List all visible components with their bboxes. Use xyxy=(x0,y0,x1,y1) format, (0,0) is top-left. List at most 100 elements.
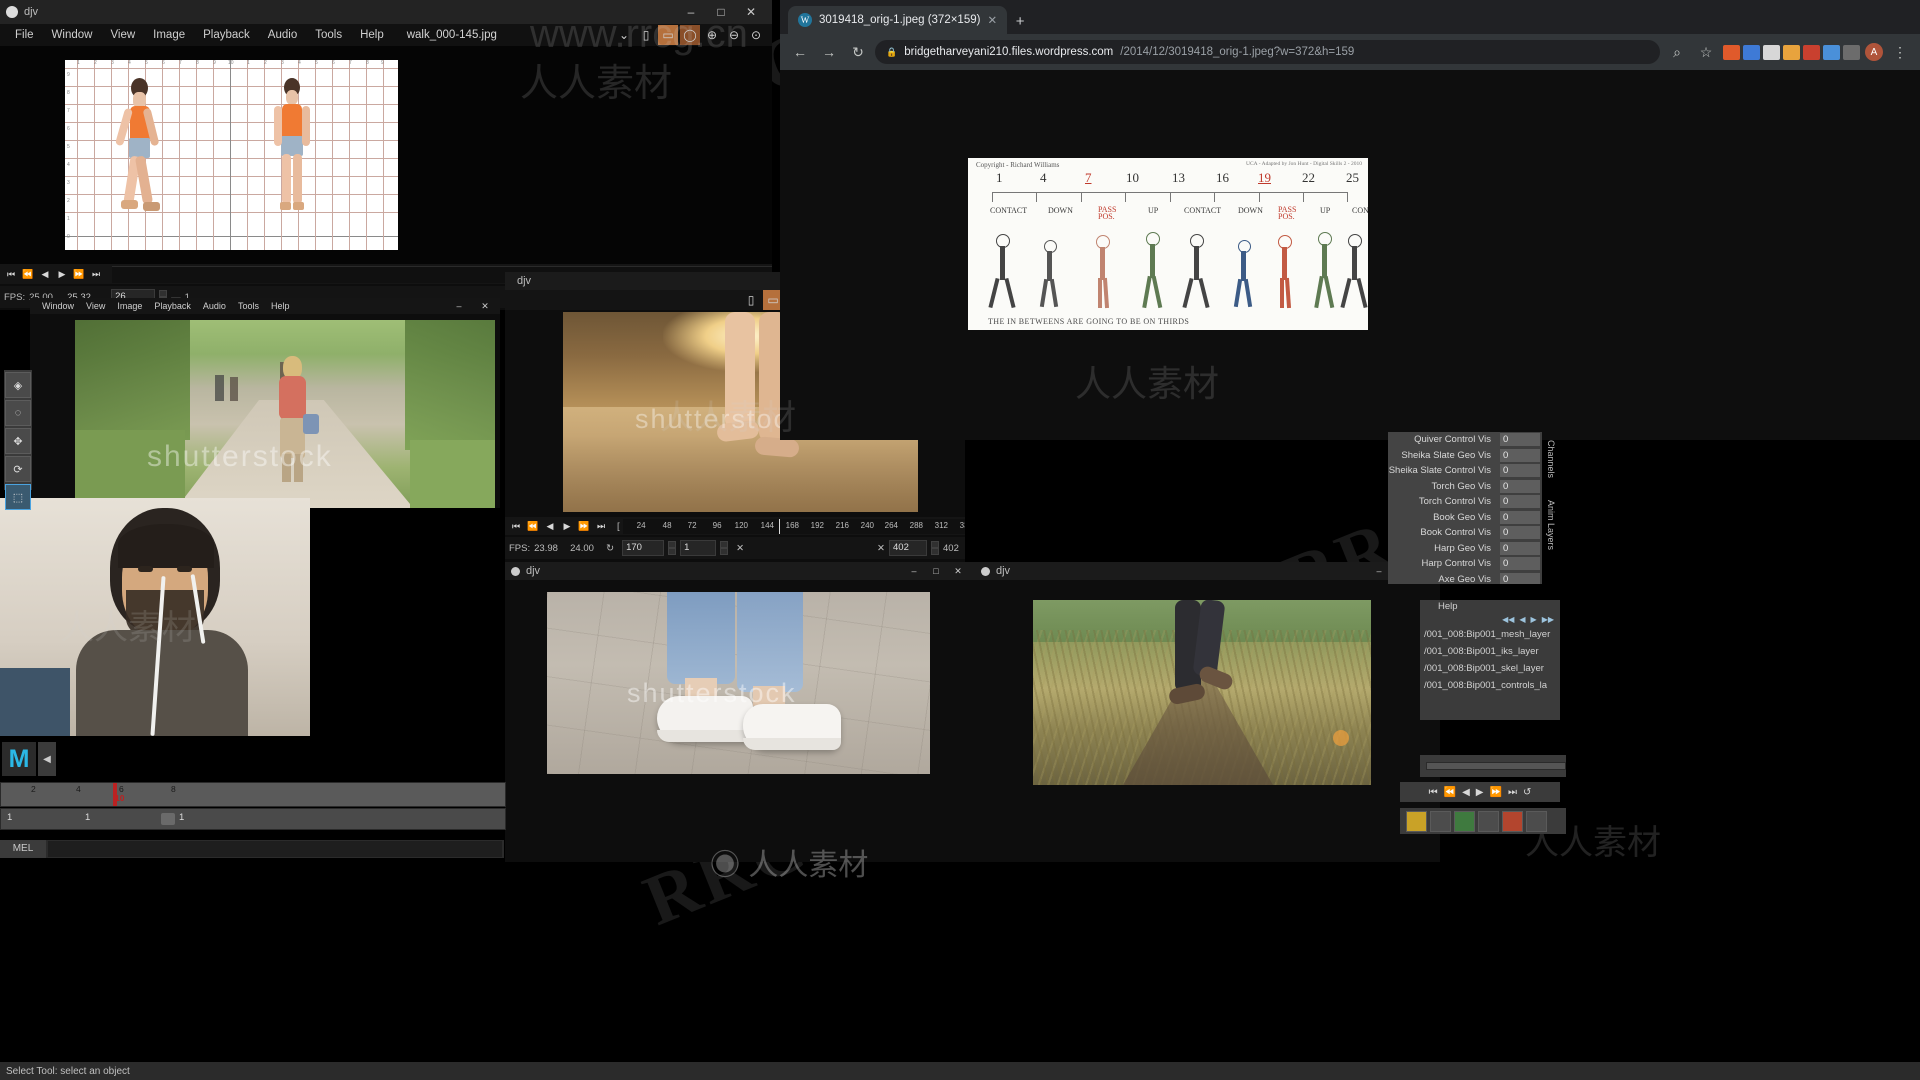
loop-button[interactable]: ↺ xyxy=(1523,787,1531,798)
browser-tab[interactable]: W 3019418_orig-1.jpeg (372×159) ✕ xyxy=(788,6,1007,34)
step-forward-button[interactable]: ⏩ xyxy=(1490,787,1502,798)
channel-row[interactable]: Harp Control Vis xyxy=(1388,556,1500,572)
djv-park-menubar[interactable]: Window View Image Playback Audio Tools H… xyxy=(30,298,500,314)
maya-anim-preferences-row[interactable] xyxy=(1400,808,1566,834)
menu-tools[interactable]: Tools xyxy=(232,298,265,314)
channel-value-row[interactable]: 0 xyxy=(1500,541,1542,557)
back-button[interactable]: ← xyxy=(788,40,812,64)
play-button[interactable]: ▶ xyxy=(1476,787,1484,798)
djv-main-viewer[interactable]: 9876543210 12 34 56 78 910 12 34 56 78 9 xyxy=(0,46,772,264)
step-forward-button[interactable]: ⏩ xyxy=(577,519,591,533)
kebab-menu-icon[interactable]: ⋮ xyxy=(1888,40,1912,64)
channel-value-row[interactable]: 0 xyxy=(1500,479,1542,495)
channel-row[interactable]: Quiver Control Vis xyxy=(1388,432,1500,448)
menu-view[interactable]: View xyxy=(101,24,144,46)
key-button[interactable] xyxy=(1406,811,1427,832)
play-reverse-button[interactable]: ◀ xyxy=(1462,787,1470,798)
browser-navbar[interactable]: ← → ↻ 🔒 bridgetharveyani210.files.wordpr… xyxy=(780,34,1920,70)
channel-row[interactable]: Sheika Slate Geo Vis xyxy=(1388,448,1500,464)
zoom-out-icon[interactable]: ⊖ xyxy=(724,25,744,45)
skip-end-button[interactable]: ⏭ xyxy=(1508,787,1517,798)
menu-tools[interactable]: Tools xyxy=(306,24,351,46)
minimize-button[interactable]: – xyxy=(903,562,925,580)
in-point-input[interactable]: 1 xyxy=(680,540,716,556)
layer-row[interactable]: /001_008:Bip001_skel_layer xyxy=(1420,660,1560,677)
menu-help[interactable]: Help xyxy=(265,298,296,314)
preferences-icon[interactable] xyxy=(1502,811,1523,832)
extension-icon[interactable] xyxy=(1823,45,1840,60)
out-point-input[interactable]: 402 xyxy=(889,540,927,556)
graph-editor-icon[interactable] xyxy=(1430,811,1451,832)
page-zoom-icon[interactable]: ⌕ xyxy=(1665,40,1689,64)
play-reverse-button[interactable]: ◀ xyxy=(543,519,557,533)
maya-shelf-collapse[interactable]: ◀ xyxy=(38,742,56,776)
extension-icon[interactable] xyxy=(1783,45,1800,60)
djv-sneakers-window[interactable]: djv – □ ✕ shutterstock xyxy=(505,562,975,862)
channel-row[interactable]: Book Geo Vis xyxy=(1388,510,1500,526)
maya-right-toolbar[interactable] xyxy=(1420,755,1566,777)
webcam-overlay[interactable] xyxy=(0,498,310,736)
djv-park-window[interactable]: Window View Image Playback Audio Tools H… xyxy=(30,298,500,508)
maya-toolbox[interactable]: ◈ ◌ ✥ ⟳ ⬚ xyxy=(4,370,32,490)
browser-window[interactable]: – □ ✕ ⌕ ⌕ ⌕ W 3019418_orig-1.jpeg (372×1… xyxy=(780,0,1920,440)
channel-value[interactable]: 0 xyxy=(1500,526,1540,539)
close-button[interactable]: ✕ xyxy=(736,0,766,24)
step-back-button[interactable]: ⏪ xyxy=(1444,787,1456,798)
dope-sheet-icon[interactable] xyxy=(1454,811,1475,832)
menu-window[interactable]: Window xyxy=(36,298,80,314)
minimize-button[interactable]: – xyxy=(452,298,466,314)
minimize-button[interactable]: – xyxy=(676,0,706,24)
address-bar[interactable]: 🔒 bridgetharveyani210.files.wordpress.co… xyxy=(875,40,1660,64)
range-slider-track[interactable] xyxy=(1426,762,1566,770)
mel-label[interactable]: MEL xyxy=(0,840,46,858)
channel-value-row[interactable]: 0 xyxy=(1500,525,1542,541)
layer-row[interactable]: /001_008:Bip001_iks_layer xyxy=(1420,643,1560,660)
menu-image[interactable]: Image xyxy=(111,298,148,314)
channel-value-row[interactable]: 0 xyxy=(1500,463,1542,479)
step-back-button[interactable]: ⏪ xyxy=(21,267,35,281)
channel-value-row[interactable]: 0 xyxy=(1500,448,1542,464)
zoom-in-icon[interactable]: ⊕ xyxy=(702,25,722,45)
menu-file[interactable]: File xyxy=(6,24,43,46)
move-tool-icon[interactable]: ✥ xyxy=(5,428,31,454)
frame-icon[interactable]: ▭ xyxy=(658,25,678,45)
menu-audio[interactable]: Audio xyxy=(259,24,306,46)
channel-row[interactable]: Torch Control Vis xyxy=(1388,494,1500,510)
maya-range-slider[interactable]: 1 1 1 xyxy=(0,808,506,830)
channel-value-row[interactable]: 0 xyxy=(1500,494,1542,510)
layer-next-icon[interactable]: ▶ xyxy=(1531,615,1537,624)
anim-settings-icon[interactable] xyxy=(1478,811,1499,832)
chevron-down-icon[interactable]: ⌄ xyxy=(614,25,634,45)
channel-value-row[interactable]: 0 xyxy=(1500,432,1542,448)
extensions-tray[interactable] xyxy=(1723,45,1860,60)
menu-playback[interactable]: Playback xyxy=(194,24,259,46)
channel-value[interactable]: 0 xyxy=(1500,464,1540,477)
timeslider-playhead[interactable] xyxy=(113,783,117,806)
reload-button[interactable]: ↻ xyxy=(846,40,870,64)
menu-view[interactable]: View xyxy=(80,298,111,314)
clear-in-button[interactable]: ✕ xyxy=(736,543,744,554)
channel-row[interactable]: Harp Geo Vis xyxy=(1388,541,1500,557)
render-settings-icon[interactable] xyxy=(1526,811,1547,832)
channel-value[interactable]: 0 xyxy=(1500,511,1540,524)
out-point-stepper[interactable] xyxy=(931,541,939,555)
range-bar-handle[interactable] xyxy=(161,813,175,825)
skip-start-button[interactable]: ⏮ xyxy=(4,267,18,281)
djv-field-titlebar[interactable]: djv – □ ✕ xyxy=(975,562,1440,580)
menu-image[interactable]: Image xyxy=(144,24,194,46)
djv-sneakers-titlebar[interactable]: djv – □ ✕ xyxy=(505,562,975,580)
play-button[interactable]: ▶ xyxy=(560,519,574,533)
tab-close-icon[interactable]: ✕ xyxy=(987,13,997,27)
maya-layer-editor[interactable]: Help ◀◀ ◀ ▶ ▶▶ /001_008:Bip001_mesh_laye… xyxy=(1420,600,1560,720)
clear-out-button[interactable]: ✕ xyxy=(877,543,885,554)
channel-value-row[interactable]: 0 xyxy=(1500,510,1542,526)
djv-main-window[interactable]: djv – □ ✕ File Window View Image Playbac… xyxy=(0,0,772,310)
extension-icon[interactable] xyxy=(1743,45,1760,60)
browser-tabbar[interactable]: W 3019418_orig-1.jpeg (372×159) ✕ + xyxy=(780,0,1920,34)
lasso-tool-icon[interactable]: ◌ xyxy=(5,400,31,426)
channel-value[interactable]: 0 xyxy=(1500,542,1540,555)
scale-tool-icon[interactable]: ⬚ xyxy=(5,484,31,510)
djv-field-window[interactable]: djv – □ ✕ xyxy=(975,562,1440,862)
zoom-reset-icon[interactable]: ⊙ xyxy=(746,25,766,45)
walk-cycle-sheet[interactable]: Copyright - Richard Williams UCA - Adapt… xyxy=(968,158,1368,330)
